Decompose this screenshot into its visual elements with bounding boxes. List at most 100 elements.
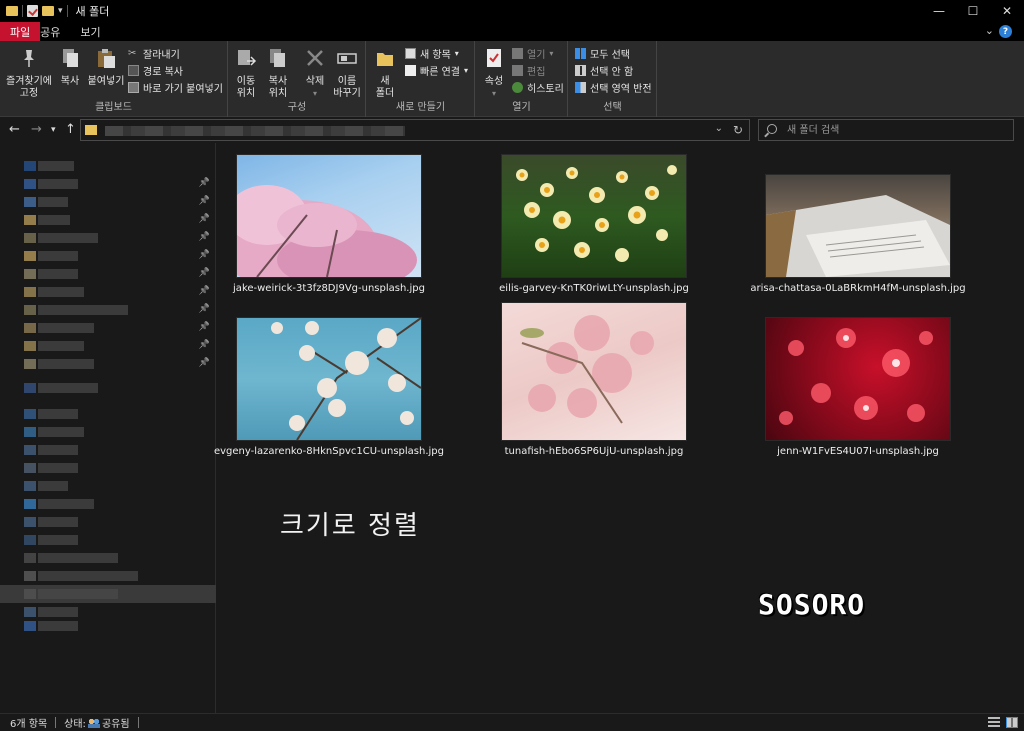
pin-icon[interactable]: 📌 xyxy=(199,340,210,350)
sidebar-item[interactable]: 📌 xyxy=(0,283,216,301)
sidebar-item-label xyxy=(38,535,78,545)
pin-label: 즐겨찾기에 xyxy=(6,76,52,87)
help-icon[interactable]: ? xyxy=(999,25,1012,38)
maximize-button[interactable]: ☐ xyxy=(956,0,990,22)
recent-locations-icon[interactable]: ▾ xyxy=(51,125,56,135)
properties-quick-icon[interactable] xyxy=(27,5,38,17)
sidebar-item[interactable]: 📌 xyxy=(0,301,216,319)
folder-icon xyxy=(24,607,36,617)
new-folder-quick-icon[interactable] xyxy=(42,6,54,16)
invert-selection-icon xyxy=(575,82,586,93)
forward-arrow-icon[interactable]: → xyxy=(31,122,42,137)
edit-button[interactable]: 편집 xyxy=(512,63,545,78)
divider xyxy=(137,717,139,728)
folder-icon xyxy=(6,6,18,16)
cut-button[interactable]: ✂ 잘라내기 xyxy=(128,46,180,61)
search-box[interactable] xyxy=(758,119,1014,141)
pin-icon[interactable]: 📌 xyxy=(199,268,210,278)
sidebar-item[interactable]: 📌 xyxy=(0,211,216,229)
minimize-button[interactable]: — xyxy=(922,0,956,22)
sidebar-item[interactable] xyxy=(0,567,216,585)
pin-icon[interactable]: 📌 xyxy=(199,304,210,314)
sidebar-item[interactable] xyxy=(0,549,216,567)
sidebar-item[interactable]: 📌 xyxy=(0,265,216,283)
sidebar-item[interactable] xyxy=(0,585,216,603)
copy-button[interactable]: 복사 xyxy=(56,47,84,88)
divider xyxy=(55,717,57,728)
up-arrow-icon[interactable]: ↑ xyxy=(65,122,76,137)
file-item[interactable]: evgeny-lazarenko-8HknSpvc1CU-unsplash.jp… xyxy=(214,318,444,458)
chevron-down-icon[interactable]: ⌄ xyxy=(985,24,994,37)
sidebar-item[interactable]: 📌 xyxy=(0,319,216,337)
watermark-logo: SOSORO xyxy=(758,588,866,621)
sidebar-item[interactable]: 📌 xyxy=(0,229,216,247)
customize-quick-access-icon[interactable]: ▾ xyxy=(58,6,63,16)
new-folder-button[interactable]: 새 폴더 xyxy=(371,47,399,100)
sidebar-item-label xyxy=(38,409,78,419)
file-item[interactable]: eilis-garvey-KnTK0riwLtY-unsplash.jpg xyxy=(499,155,689,295)
sidebar-item[interactable]: 📌 xyxy=(0,355,216,373)
large-icons-view-icon[interactable] xyxy=(1006,717,1018,728)
properties-button[interactable]: 속성 ▾ xyxy=(480,47,508,100)
pin-icon[interactable]: 📌 xyxy=(199,232,210,242)
tab-view[interactable]: 보기 xyxy=(70,22,110,41)
tab-file[interactable]: 파일 xyxy=(0,22,41,41)
sidebar-item[interactable] xyxy=(0,157,216,175)
sidebar-item[interactable] xyxy=(0,423,216,441)
pin-icon[interactable]: 📌 xyxy=(199,322,210,332)
paste-shortcut-button[interactable]: 바로 가기 붙여넣기 xyxy=(128,80,223,95)
copy-to-button[interactable]: 복사 위치 xyxy=(263,47,293,100)
back-arrow-icon[interactable]: ← xyxy=(9,122,20,137)
sidebar-item[interactable]: 📌 xyxy=(0,175,216,193)
new-item-button[interactable]: 새 항목 ▾ xyxy=(405,46,459,61)
pin-icon[interactable]: 📌 xyxy=(199,214,210,224)
open-icon xyxy=(512,48,523,59)
sidebar-item[interactable]: 📌 xyxy=(0,193,216,211)
sidebar-item[interactable] xyxy=(0,495,216,513)
folder-icon xyxy=(24,481,36,491)
file-item[interactable]: jake-weirick-3t3fz8DJ9Vg-unsplash.jpg xyxy=(233,155,425,295)
new-group: 새 폴더 새 항목 ▾ 빠른 연결 ▾ 새로 만들기 xyxy=(367,41,475,117)
sidebar-item[interactable] xyxy=(0,513,216,531)
pin-icon[interactable]: 📌 xyxy=(199,358,210,368)
paste-button[interactable]: 붙여넣기 xyxy=(86,47,126,88)
sidebar-item[interactable] xyxy=(0,405,216,423)
copy-path-button[interactable]: 경로 복사 xyxy=(128,63,183,78)
move-to-button[interactable]: 이동 위치 xyxy=(231,47,261,100)
file-item[interactable]: arisa-chattasa-0LaBRkmH4fM-unsplash.jpg xyxy=(750,175,966,295)
history-button[interactable]: 히스토리 xyxy=(512,80,564,95)
details-view-icon[interactable] xyxy=(988,717,1000,728)
rename-button[interactable]: 이름 바꾸기 xyxy=(331,47,363,100)
sidebar-item[interactable] xyxy=(0,459,216,477)
sidebar-item[interactable] xyxy=(0,441,216,459)
sidebar-item[interactable] xyxy=(0,379,216,397)
invert-selection-button[interactable]: 선택 영역 반전 xyxy=(575,80,652,95)
file-item[interactable]: jenn-W1FvES4U07I-unsplash.jpg xyxy=(766,318,950,458)
chevron-down-icon: ▾ xyxy=(454,49,459,58)
properties-icon xyxy=(487,49,501,67)
navigation-pane: 📌 📌 📌 📌 📌 📌 📌 📌 📌 📌 📌 xyxy=(0,143,216,713)
pin-to-quick-access-button[interactable]: 즐겨찾기에 고정 xyxy=(4,47,54,100)
sidebar-item[interactable] xyxy=(0,477,216,495)
pin-icon[interactable]: 📌 xyxy=(199,250,210,260)
folder-icon xyxy=(24,341,36,351)
chevron-down-icon[interactable]: ⌄ xyxy=(715,123,723,134)
search-input[interactable] xyxy=(787,123,1007,138)
sidebar-item[interactable]: 📌 xyxy=(0,337,216,355)
close-button[interactable]: ✕ xyxy=(990,0,1024,22)
address-bar[interactable]: ⌄ ↻ xyxy=(80,119,750,141)
move-to-icon xyxy=(238,50,257,66)
pin-icon[interactable]: 📌 xyxy=(199,196,210,206)
delete-button[interactable]: 삭제 ▾ xyxy=(301,47,329,100)
refresh-icon[interactable]: ↻ xyxy=(733,123,743,137)
sidebar-item[interactable]: 📌 xyxy=(0,247,216,265)
easy-access-button[interactable]: 빠른 연결 ▾ xyxy=(405,63,468,78)
pin-icon[interactable]: 📌 xyxy=(199,178,210,188)
sidebar-item[interactable] xyxy=(0,531,216,549)
open-button[interactable]: 열기 ▾ xyxy=(512,46,553,61)
file-item[interactable]: tunafish-hEbo6SP6UjU-unsplash.jpg xyxy=(502,303,686,458)
select-all-button[interactable]: 모두 선택 xyxy=(575,46,630,61)
sidebar-item[interactable] xyxy=(0,617,216,635)
select-none-button[interactable]: 선택 안 함 xyxy=(575,63,633,78)
copy-to-icon xyxy=(270,49,285,67)
